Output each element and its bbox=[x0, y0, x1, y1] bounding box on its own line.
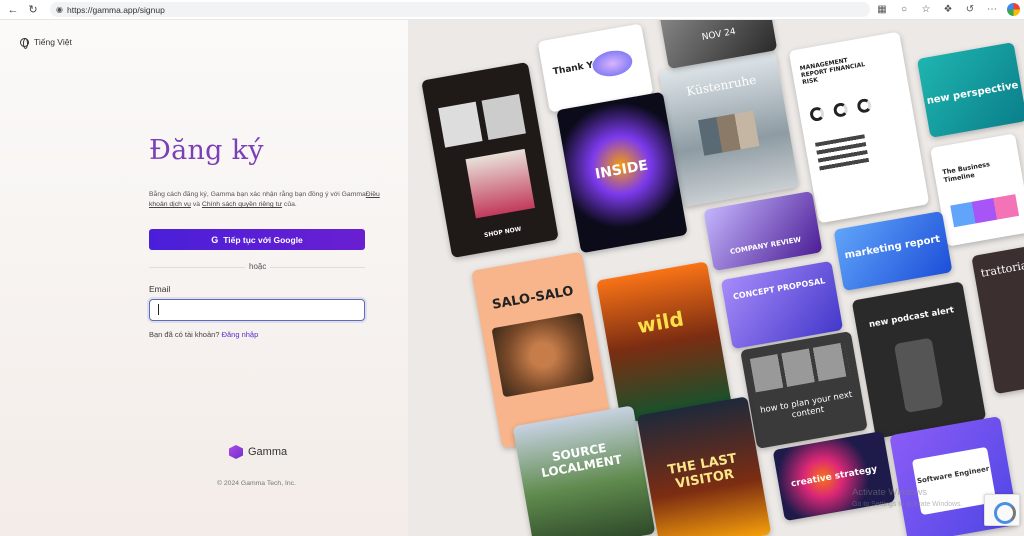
card-fashion-photo-3 bbox=[465, 148, 536, 219]
gamma-logo-icon bbox=[229, 445, 243, 459]
signin-link[interactable]: Đăng nhập bbox=[222, 330, 259, 339]
signin-question: Bạn đã có tài khoản? bbox=[149, 330, 222, 339]
card-kustenruhe-swatches bbox=[698, 110, 760, 156]
google-icon: G bbox=[211, 234, 219, 245]
activate-title: Activate Windows bbox=[852, 487, 927, 498]
profile-avatar[interactable] bbox=[1007, 3, 1020, 16]
address-bar[interactable]: ◉ https://gamma.app/signup bbox=[50, 2, 870, 17]
brand-name: Gamma bbox=[248, 446, 288, 458]
browser-actions: ▦ ○ ☆ ❖ ↺ ⋯ bbox=[875, 3, 1020, 17]
card-marketing-report: marketing report bbox=[833, 210, 953, 292]
or-label: hoặc bbox=[245, 262, 271, 271]
lock-icon: ◉ bbox=[56, 5, 63, 14]
app-icon[interactable]: ▦ bbox=[875, 3, 889, 17]
card-fashion-photo-2 bbox=[481, 93, 526, 140]
card-podcast-phone bbox=[893, 337, 944, 414]
terms-suffix: của. bbox=[282, 201, 297, 208]
card-source-localment: SOURCE LOCALMENT bbox=[512, 405, 656, 536]
terms-text: Bằng cách đăng ký, Gamma bạn xác nhận rằ… bbox=[149, 190, 389, 210]
or-divider: hoặc bbox=[149, 262, 365, 272]
text-caret bbox=[158, 304, 159, 315]
page-title: Đăng ký bbox=[149, 135, 264, 166]
signup-panel: Tiếng Việt bbox=[0, 20, 408, 536]
windows-activation-watermark: Activate Windows Go to Settings to activ… bbox=[852, 487, 963, 511]
reload-icon[interactable]: ↻ bbox=[26, 3, 40, 17]
reading-icon[interactable]: ○ bbox=[897, 3, 911, 17]
card-report-bars bbox=[815, 134, 870, 173]
card-salo-food-photo bbox=[491, 312, 595, 398]
card-timeline-bars bbox=[950, 194, 1020, 228]
terms-and: và bbox=[190, 201, 202, 208]
gamma-brand: Gamma bbox=[229, 445, 287, 459]
card-content-photos bbox=[749, 342, 851, 393]
google-button-label: Tiếp tục với Google bbox=[223, 234, 303, 245]
language-selector[interactable]: Tiếng Việt bbox=[20, 37, 72, 49]
language-label: Tiếng Việt bbox=[34, 37, 72, 47]
globe-icon bbox=[20, 37, 29, 49]
google-signup-button[interactable]: G Tiếp tục với Google bbox=[149, 229, 365, 250]
signin-prompt: Bạn đã có tài khoản? Đăng nhập bbox=[149, 330, 258, 339]
activate-subtitle: Go to Settings to activate Windows. bbox=[852, 501, 963, 508]
terms-prefix: Bằng cách đăng ký, Gamma bạn xác nhận rằ… bbox=[149, 191, 366, 198]
card-fashion-shop: SHOP NOW bbox=[421, 61, 559, 259]
privacy-policy-link[interactable]: Chính sách quyền riêng tư bbox=[202, 201, 282, 208]
card-content-plan: how to plan your next content bbox=[740, 331, 868, 449]
email-input[interactable] bbox=[149, 299, 365, 321]
browser-toolbar: ← ↻ ◉ https://gamma.app/signup ▦ ○ ☆ ❖ ↺… bbox=[0, 0, 1024, 20]
card-podcast-alert: new podcast alert bbox=[851, 281, 987, 439]
card-company-review: COMPANY REVIEW bbox=[703, 190, 823, 272]
card-kustenruhe: Küstenruhe bbox=[658, 50, 800, 208]
email-label: Email bbox=[149, 284, 171, 294]
extensions-icon[interactable]: ❖ bbox=[941, 3, 955, 17]
card-wild: wild bbox=[596, 261, 732, 424]
card-trattoria: trattoria bbox=[971, 245, 1024, 395]
back-icon[interactable]: ← bbox=[6, 3, 20, 17]
copyright-text: © 2024 Gamma Tech, Inc. bbox=[217, 480, 296, 487]
history-icon[interactable]: ↺ bbox=[963, 3, 977, 17]
card-report-gauges bbox=[808, 93, 900, 123]
url-text: https://gamma.app/signup bbox=[66, 4, 165, 15]
card-thank-you-graphic bbox=[590, 47, 635, 80]
card-fashion-photo-1 bbox=[438, 101, 483, 148]
template-mosaic: Thank You! Küstenruhe MANAGEMENT REPORT … bbox=[408, 20, 1024, 536]
favorite-star-icon[interactable]: ☆ bbox=[919, 3, 933, 17]
card-new-perspective: new perspective bbox=[916, 42, 1024, 138]
menu-dots-icon[interactable]: ⋯ bbox=[985, 3, 999, 17]
recaptcha-badge[interactable] bbox=[984, 494, 1020, 526]
